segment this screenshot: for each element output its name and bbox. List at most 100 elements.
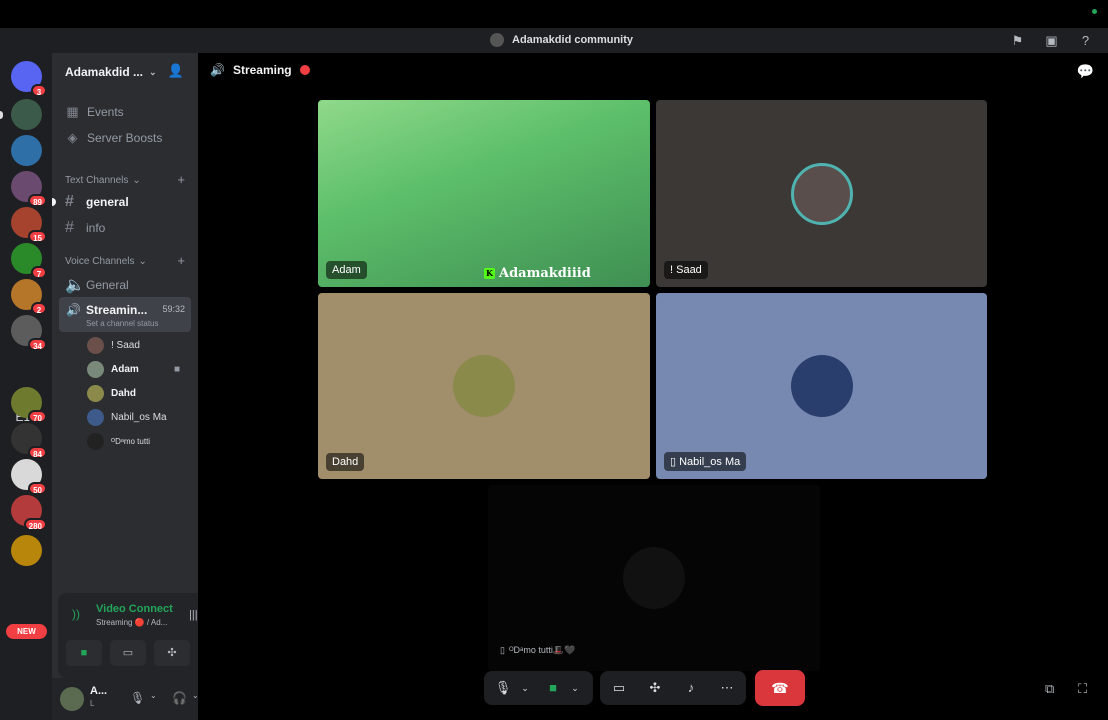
activities-icon[interactable]: ✣ — [644, 677, 666, 699]
chevron-down-icon: ⌄ — [138, 256, 147, 267]
video-tile-nabil[interactable]: ▯ Nabil_os Ma — [656, 293, 987, 479]
server-boosts-item[interactable]: ◈ Server Boosts — [65, 130, 163, 146]
guild-icon[interactable]: 2 — [11, 279, 47, 315]
boosts-label: Server Boosts — [87, 131, 163, 145]
member-name: Adam — [111, 364, 139, 375]
voice-status-subtitle[interactable]: Streaming 🔴 / Ad... — [96, 618, 167, 627]
avatar — [87, 337, 104, 354]
soundboard-icon[interactable]: ♪ — [680, 677, 702, 699]
microphone-icon[interactable]: 🎙 — [492, 677, 514, 699]
avatar — [453, 355, 515, 417]
voice-channels-category[interactable]: Voice Channels ⌄ — [65, 256, 147, 267]
avatar — [87, 433, 104, 450]
chevron-down-icon: ⌄ — [149, 66, 157, 77]
mention-badge: 34 — [28, 338, 47, 351]
hash-icon: # — [65, 193, 74, 210]
avatar — [623, 547, 685, 609]
set-status-link[interactable]: Set a channel status — [86, 319, 159, 328]
guild-icon[interactable]: 7 — [11, 243, 47, 279]
guild-icon[interactable]: 34 — [11, 315, 47, 351]
screen-share-button[interactable]: ▭ — [110, 640, 146, 666]
category-label: Voice Channels — [65, 256, 135, 267]
member-name: ᴼDᵃmo tutti — [111, 437, 151, 446]
guild-icon[interactable]: 280 — [11, 495, 47, 531]
speaker-icon: 🔈 — [65, 277, 85, 294]
voice-member[interactable]: ᴼDᵃmo tutti — [87, 433, 150, 450]
speaker-icon: 🔊 — [66, 303, 81, 317]
avatar[interactable] — [60, 687, 84, 711]
voice-channel-streaming[interactable]: 🔊 Streamin... 59:32 Set a channel status — [59, 297, 191, 332]
user-status: L — [90, 699, 95, 708]
guild-icon[interactable]: 84 — [11, 423, 47, 459]
help-icon[interactable]: ? — [1078, 33, 1093, 48]
activity-controls: ▭ ✣ ♪ ⋯ — [600, 671, 746, 705]
mention-badge: 70 — [28, 410, 47, 423]
guild-icon[interactable]: 50 — [11, 459, 47, 495]
flag-icon[interactable]: ⚑ — [1010, 33, 1025, 48]
chat-icon[interactable]: 💬 — [1077, 63, 1094, 80]
video-tile-dmo[interactable] — [488, 485, 820, 671]
add-user-icon[interactable]: 👤 — [168, 63, 184, 79]
discord-home-icon[interactable]: 3 — [11, 61, 47, 97]
camera-icon: ■ — [174, 364, 181, 375]
fullscreen-icon[interactable]: ⛶ — [1078, 681, 1087, 697]
avatar — [790, 355, 853, 417]
guild-icon[interactable]: 15 — [11, 207, 47, 243]
channel-label: general — [86, 195, 129, 209]
video-tile-adam[interactable]: Adam K Adamakdiiid — [318, 100, 650, 287]
text-channels-category[interactable]: Text Channels ⌄ — [65, 175, 141, 186]
channel-sidebar: Adamakdid ... ⌄ 👤 ▦ Events ◈ Server Boos… — [52, 53, 242, 720]
voice-member[interactable]: Dahd — [87, 385, 136, 402]
avatar — [87, 385, 104, 402]
guild-icon[interactable]: 89 — [11, 171, 47, 207]
participant-name: ᴼDᵃmo tutti🎩🖤 — [508, 645, 576, 655]
guild-icon[interactable]: 70 — [11, 387, 47, 423]
events-item[interactable]: ▦ Events — [65, 104, 123, 120]
popout-icon[interactable]: ⧉ — [1045, 681, 1054, 697]
voice-member[interactable]: ! Saad — [87, 337, 140, 354]
guild-rail: 3 89 15 7 2 34 E1F 70 84 50 280 NEW — [0, 53, 52, 720]
video-tile-saad[interactable]: ! Saad — [656, 100, 987, 287]
member-name: Dahd — [111, 388, 136, 399]
camera-button[interactable]: ■ — [66, 640, 102, 666]
chevron-down-icon[interactable]: ⌄ — [514, 677, 536, 699]
chevron-down-icon[interactable]: ⌄ — [150, 691, 157, 700]
leave-call-button[interactable]: ☎ — [755, 670, 805, 706]
screen-share-icon[interactable]: ▭ — [608, 677, 630, 699]
channel-general[interactable]: # general — [65, 193, 129, 211]
camera-icon[interactable]: ■ — [542, 677, 564, 699]
video-tile-dahd[interactable]: Dahd — [318, 293, 650, 479]
avatar — [87, 361, 104, 378]
watermark-text: Adamakdiiid — [499, 266, 591, 281]
chevron-down-icon[interactable]: ⌄ — [564, 677, 586, 699]
voice-member[interactable]: Nabil_os Ma — [87, 409, 167, 426]
mention-badge: 280 — [23, 518, 47, 531]
user-panel: A... L 🎙 ⌄ 🎧 ⌄ ⚙ — [52, 678, 225, 720]
guild-icon[interactable] — [11, 99, 42, 130]
signal-icon: )) — [72, 607, 80, 621]
voice-channel-general[interactable]: 🔈 General — [65, 275, 129, 295]
selected-guild-pill — [0, 111, 3, 119]
guild-icon[interactable] — [11, 535, 42, 566]
activities-button[interactable]: ✣ — [154, 640, 190, 666]
add-channel-icon[interactable]: + — [177, 172, 185, 187]
calendar-icon: ▦ — [66, 104, 79, 119]
mention-badge: 7 — [31, 266, 47, 279]
inbox-icon[interactable]: ▣ — [1044, 33, 1059, 48]
soundboard-icon[interactable]: ||| — [189, 609, 198, 621]
kick-icon: K — [484, 268, 495, 279]
more-icon[interactable]: ⋯ — [716, 677, 738, 699]
guild-icon[interactable] — [11, 135, 42, 166]
voice-status-title[interactable]: Video Connect — [96, 603, 173, 615]
microphone-icon[interactable]: 🎙 — [130, 691, 145, 705]
server-header[interactable]: Adamakdid ... ⌄ 👤 — [52, 53, 198, 91]
video-call-area: 🔊 Streaming 💬 Adam K Adamakdiiid ! Saad … — [198, 53, 1108, 720]
headphones-icon[interactable]: 🎧 — [172, 691, 187, 705]
add-channel-icon[interactable]: + — [177, 253, 185, 268]
mention-badge: 89 — [28, 194, 47, 207]
member-name: Nabil_os Ma — [111, 412, 167, 423]
voice-member[interactable]: Adam ■ — [87, 361, 180, 378]
username[interactable]: A... — [90, 685, 107, 697]
new-badge: NEW — [6, 624, 47, 639]
channel-info[interactable]: # info — [65, 219, 105, 237]
